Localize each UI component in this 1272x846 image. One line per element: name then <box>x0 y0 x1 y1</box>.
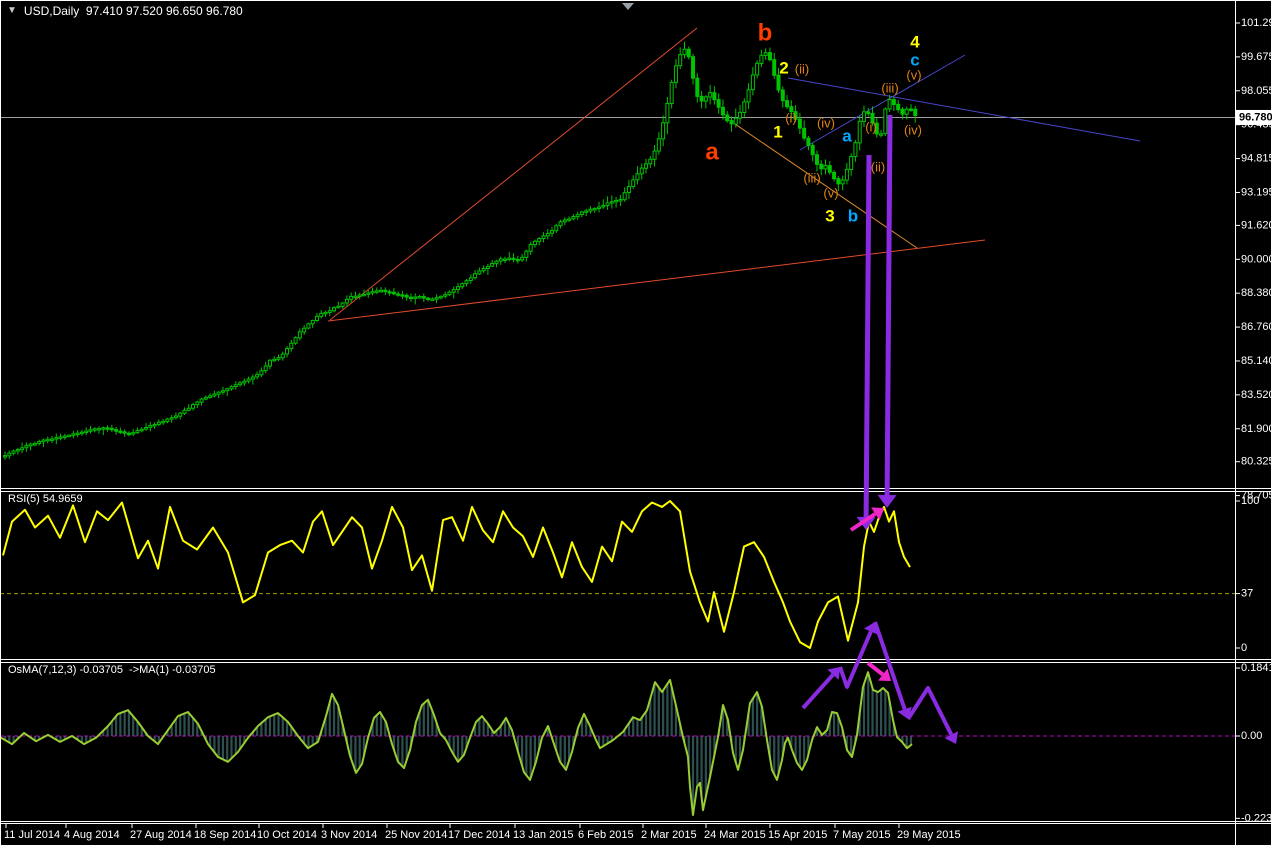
rsi-indicator-label: RSI(5) 54.9659 <box>8 493 83 505</box>
chart-canvas[interactable]: ab2 (ii)1(i) (iv)(iii)(v)3 ba (i)(ii)(iii)(i… <box>0 0 1272 846</box>
time-axis-label: 3 Nov 2014 <box>321 829 377 841</box>
price-axis-label: 80.325 <box>1241 456 1272 468</box>
time-axis-label: 2 Mar 2015 <box>641 829 697 841</box>
osma-axis-label: 0.18413 <box>1241 662 1272 674</box>
time-axis-label: 18 Sep 2014 <box>194 829 256 841</box>
wave-label-iii-orange-roman[interactable]: (iii) <box>881 81 898 96</box>
current-price-tag: 96.780 <box>1236 109 1272 125</box>
time-axis-label: 29 May 2015 <box>897 829 961 841</box>
price-axis-label: 98.055 <box>1241 85 1272 97</box>
symbol-title-text: USD,Daily 97.410 97.520 96.650 96.780 <box>23 4 243 18</box>
wave-label-2-yellow-num[interactable]: 2 <box>779 59 788 78</box>
price-axis-label: 86.760 <box>1241 321 1272 333</box>
price-axis-label: 94.815 <box>1241 153 1272 165</box>
wave-label-b-red-big[interactable]: b <box>758 20 773 47</box>
wave-label-ii-orange-roman[interactable]: (ii) <box>871 160 885 175</box>
wave-label-v-orange-roman[interactable]: (v) <box>906 68 921 83</box>
wave-label-3-yellow-num[interactable]: 3 <box>825 207 834 226</box>
symbol-title: ▼ USD,Daily 97.410 97.520 96.650 96.780 <box>7 4 243 18</box>
price-axis-label: 93.195 <box>1241 186 1272 198</box>
time-axis-label: 24 Mar 2015 <box>704 829 766 841</box>
wave-label-i-orange-roman[interactable]: (i) <box>785 111 797 126</box>
price-axis-label: 81.900 <box>1241 423 1272 435</box>
price-axis-label: 91.620 <box>1241 219 1272 231</box>
wave-label-1-yellow-num[interactable]: 1 <box>773 123 782 142</box>
rsi-axis-label: 0 <box>1241 642 1247 654</box>
price-axis-label: 85.140 <box>1241 355 1272 367</box>
wave-label-iv-orange-roman[interactable]: (iv) <box>817 116 835 131</box>
time-axis-label: 11 Jul 2014 <box>4 829 60 841</box>
time-axis-label: 4 Aug 2014 <box>64 829 120 841</box>
wave-label-4-yellow-num[interactable]: 4 <box>910 33 920 52</box>
price-axis-label: 101.295 <box>1241 17 1272 29</box>
wave-label-iv-orange-roman[interactable]: (iv) <box>904 123 922 138</box>
time-axis-label: 6 Feb 2015 <box>578 829 634 841</box>
chart-window: a b 2 (ii) 1 (i) (iv) (iii) (v) 3 b a (i) (ii) (iii) (i… <box>0 0 1272 846</box>
rsi-axis-label: 100 <box>1241 495 1259 507</box>
wave-label-v-orange-roman[interactable]: (v) <box>823 186 838 201</box>
symbol-dropdown-icon[interactable]: ▼ <box>7 6 17 16</box>
price-axis-label: 88.380 <box>1241 287 1272 299</box>
price-axis-label: 90.000 <box>1241 253 1272 265</box>
osma-indicator-label: OsMA(7,12,3) -0.03705 ->MA(1) -0.03705 <box>8 664 216 676</box>
rsi-axis-label: 37 <box>1241 588 1253 600</box>
time-axis-label: 13 Jan 2015 <box>513 829 574 841</box>
wave-label-ii-orange-roman[interactable]: (ii) <box>795 62 809 77</box>
time-axis-label: 27 Aug 2014 <box>130 829 192 841</box>
wave-label-a-cyan-letter[interactable]: a <box>842 127 852 146</box>
svg-text:96.780: 96.780 <box>1239 111 1272 123</box>
wave-label-b-cyan-letter[interactable]: b <box>848 207 858 226</box>
time-axis-label: 15 Apr 2015 <box>768 829 827 841</box>
osma-axis-label: 0.00 <box>1241 730 1262 742</box>
wave-label-i-orange-roman[interactable]: (i) <box>865 120 877 135</box>
wave-label-iii-orange-roman[interactable]: (iii) <box>803 171 820 186</box>
time-axis-label: 25 Nov 2014 <box>385 829 447 841</box>
price-axis-label: 99.675 <box>1241 51 1272 63</box>
time-axis-label: 17 Dec 2014 <box>448 829 510 841</box>
wave-label-a-red-big[interactable]: a <box>705 139 719 166</box>
time-axis-label: 7 May 2015 <box>833 829 890 841</box>
wave-label-c-cyan-letter[interactable]: c <box>910 51 919 70</box>
price-axis-label: 83.520 <box>1241 389 1272 401</box>
osma-axis-label: -0.22312 <box>1241 812 1272 824</box>
time-axis-label: 10 Oct 2014 <box>257 829 317 841</box>
